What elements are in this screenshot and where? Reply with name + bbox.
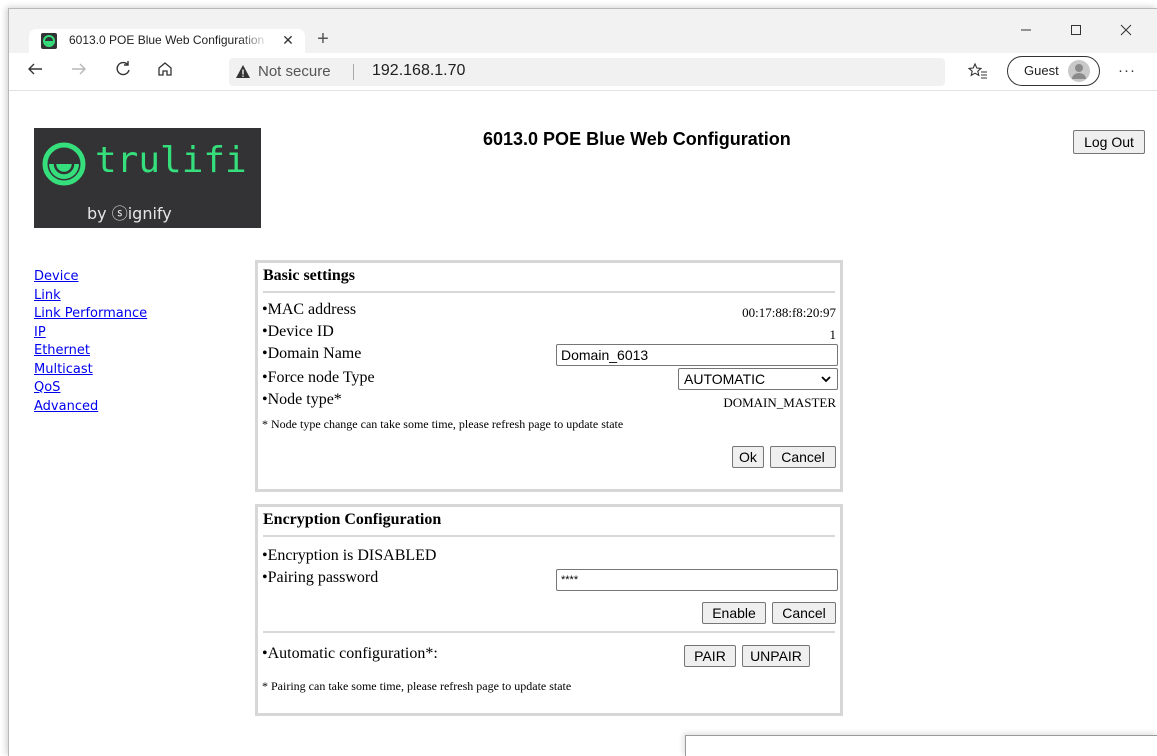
sidebar-item-ethernet[interactable]: Ethernet — [34, 342, 147, 361]
divider — [263, 291, 835, 293]
ok-button[interactable]: Ok — [732, 446, 764, 468]
sidebar-item-advanced[interactable]: Advanced — [34, 398, 147, 417]
sidebar-nav: Device Link Link Performance IP Ethernet… — [34, 268, 147, 416]
encryption-heading: Encryption Configuration — [263, 511, 442, 528]
logo-byline: by ⓢignify — [87, 204, 172, 223]
mac-address-label: •MAC address — [262, 301, 357, 318]
divider — [263, 535, 835, 537]
pairing-password-label: •Pairing password — [262, 569, 379, 586]
tab-strip: 6013.0 POE Blue Web Configuration ✕ + — [9, 9, 1157, 53]
address-separator — [353, 64, 354, 80]
force-node-type-label: •Force node Type — [262, 369, 375, 386]
domain-name-label: •Domain Name — [262, 345, 362, 362]
basic-settings-panel: Basic settings •MAC address 00:17:88:f8:… — [255, 260, 843, 492]
browser-window: 6013.0 POE Blue Web Configuration ✕ + No… — [8, 8, 1157, 756]
browser-toolbar: Not secure 192.168.1.70 Guest ··· — [9, 53, 1157, 91]
sidebar-item-multicast[interactable]: Multicast — [34, 361, 147, 380]
profile-label: Guest — [1024, 63, 1059, 78]
trulifi-logo: trulifi by ⓢignify — [34, 128, 261, 228]
maximize-icon[interactable] — [1059, 21, 1093, 43]
sidebar-item-ip[interactable]: IP — [34, 324, 147, 343]
warning-icon[interactable] — [235, 64, 251, 80]
trulifi-logo-icon — [42, 142, 86, 186]
favorites-icon[interactable] — [967, 61, 989, 83]
chevron-down-icon — [821, 376, 831, 383]
new-tab-button[interactable]: + — [311, 28, 335, 52]
basic-settings-heading: Basic settings — [263, 267, 355, 284]
force-node-type-value: AUTOMATIC — [684, 371, 766, 387]
encryption-panel: Encryption Configuration •Encryption is … — [255, 504, 843, 716]
minimize-icon[interactable] — [1009, 21, 1043, 43]
divider — [263, 631, 835, 633]
mac-address-value: 00:17:88:f8:20:97 — [742, 305, 836, 320]
url-text[interactable]: 192.168.1.70 — [372, 62, 465, 80]
page-content: trulifi by ⓢignify 6013.0 POE Blue Web C… — [9, 92, 1157, 756]
unpair-button[interactable]: UNPAIR — [742, 645, 810, 667]
pair-button[interactable]: PAIR — [684, 645, 736, 667]
address-bar[interactable]: Not secure 192.168.1.70 — [229, 58, 945, 86]
enable-button[interactable]: Enable — [702, 602, 766, 624]
force-node-type-select[interactable]: AUTOMATIC — [678, 368, 838, 390]
back-icon[interactable] — [21, 59, 49, 85]
home-icon[interactable] — [151, 59, 179, 85]
logout-button[interactable]: Log Out — [1073, 130, 1145, 154]
tab-title: 6013.0 POE Blue Web Configuration — [69, 33, 265, 47]
pairing-note: * Pairing can take some time, please ref… — [262, 679, 572, 693]
profile-button[interactable]: Guest — [1007, 56, 1100, 86]
domain-name-input[interactable]: Domain_6013 — [556, 344, 838, 366]
device-id-label: •Device ID — [262, 323, 334, 340]
sidebar-item-qos[interactable]: QoS — [34, 379, 147, 398]
encryption-status: •Encryption is DISABLED — [262, 547, 437, 564]
forward-icon[interactable] — [65, 59, 93, 85]
encryption-cancel-button[interactable]: Cancel — [772, 602, 836, 624]
device-id-value: 1 — [829, 327, 837, 342]
node-type-label: •Node type* — [262, 391, 342, 408]
sidebar-item-link[interactable]: Link — [34, 287, 147, 306]
avatar-icon — [1068, 60, 1090, 82]
automatic-config-label: •Automatic configuration*: — [262, 645, 438, 662]
sidebar-item-device[interactable]: Device — [34, 268, 147, 287]
page-title: 6013.0 POE Blue Web Configuration — [483, 129, 791, 149]
pairing-password-input[interactable]: **** — [556, 569, 838, 591]
sidebar-item-link-performance[interactable]: Link Performance — [34, 305, 147, 324]
browser-tab[interactable]: 6013.0 POE Blue Web Configuration ✕ — [29, 29, 305, 53]
refresh-icon[interactable] — [109, 59, 137, 85]
more-menu-icon[interactable]: ··· — [1113, 59, 1141, 85]
floating-popup — [685, 735, 1157, 756]
basic-cancel-button[interactable]: Cancel — [770, 446, 836, 468]
close-window-icon[interactable] — [1109, 21, 1143, 43]
node-type-value: DOMAIN_MASTER — [723, 395, 836, 410]
close-tab-icon[interactable]: ✕ — [279, 31, 297, 49]
node-type-note: * Node type change can take some time, p… — [262, 417, 624, 431]
favicon-icon — [41, 33, 57, 49]
not-secure-label[interactable]: Not secure — [258, 63, 331, 80]
logo-wordmark: trulifi — [95, 140, 247, 181]
